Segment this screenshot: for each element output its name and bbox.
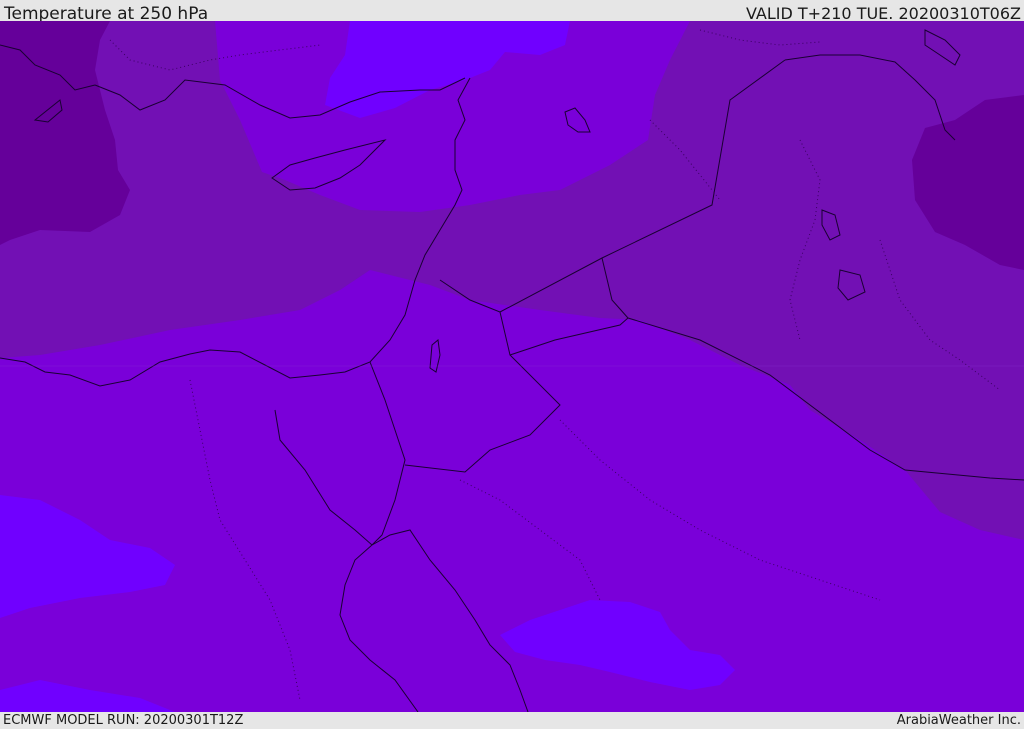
header-bar: Temperature at 250 hPa VALID T+210 TUE. … xyxy=(0,0,1024,24)
map-canvas xyxy=(0,21,1024,712)
credit-label: ArabiaWeather Inc. xyxy=(896,713,1021,728)
map-window: Temperature at 250 hPa VALID T+210 TUE. … xyxy=(0,0,1024,729)
footer-bar: ECMWF MODEL RUN: 20200301T12Z ArabiaWeat… xyxy=(0,712,1024,729)
model-run-label: ECMWF MODEL RUN: 20200301T12Z xyxy=(3,713,244,728)
weather-map xyxy=(0,21,1024,712)
